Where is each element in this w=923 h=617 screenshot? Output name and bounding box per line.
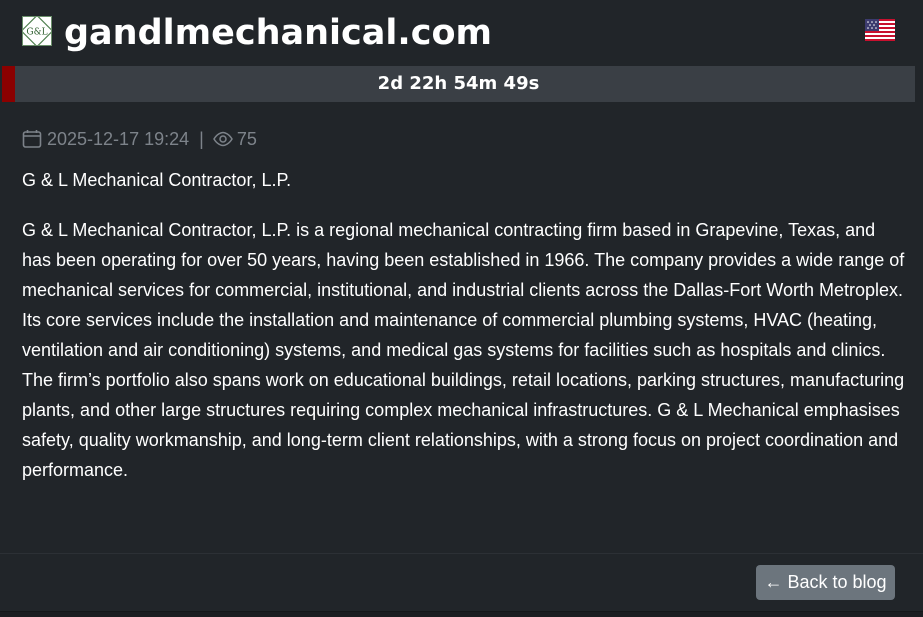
post-date: 2025-12-17 19:24 — [47, 129, 190, 149]
countdown-bar: 2d 22h 54m 49s — [2, 66, 915, 102]
gl-logo-icon: G&L — [22, 16, 52, 46]
post-subtitle: G & L Mechanical Contractor, L.P. — [22, 170, 292, 190]
footer-divider — [0, 553, 923, 554]
calendar-icon — [22, 129, 42, 149]
post-card: G&L gandlmechanical.com 2d 22h 54m 49s 2… — [0, 0, 923, 612]
post-body: G & L Mechanical Contractor, L.P. is a r… — [22, 220, 905, 480]
view-count: 75 — [236, 129, 257, 149]
eye-icon — [212, 131, 233, 147]
meta-separator: | — [199, 129, 204, 149]
post-meta: 2025-12-17 19:24 | 75 — [22, 127, 257, 151]
page-header: G&L gandlmechanical.com — [0, 0, 923, 66]
us-flag-icon — [865, 19, 895, 41]
back-to-blog-button[interactable]: ← Back to blog — [756, 565, 895, 600]
countdown-timer: 2d 22h 54m 49s — [377, 73, 540, 94]
site-domain-title: gandlmechanical.com — [64, 13, 492, 53]
logo-text: G&L — [26, 28, 47, 38]
